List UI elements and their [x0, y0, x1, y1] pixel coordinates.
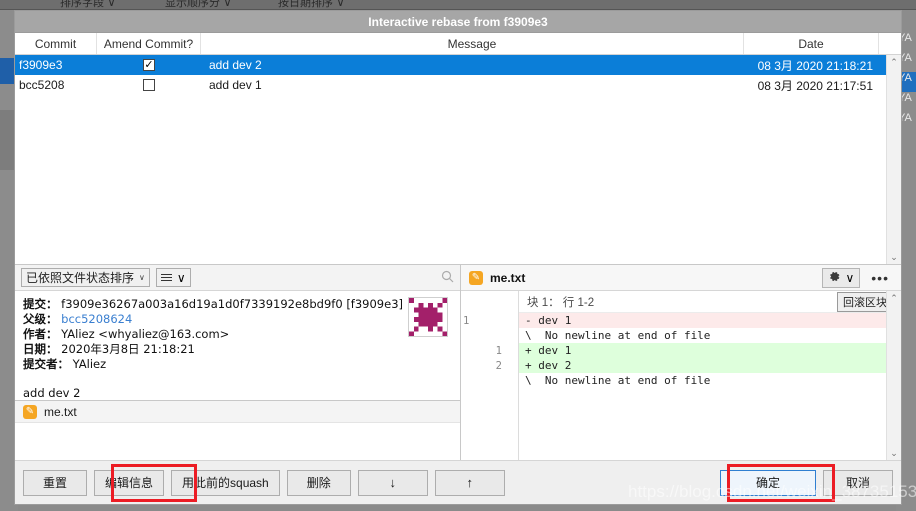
cell-commit: f3909e3: [19, 58, 63, 72]
column-header-commit[interactable]: Commit: [15, 33, 97, 54]
commit-detail-body: 提交： f3909e36267a003a16d19a1d0f7339192e8b…: [15, 291, 460, 400]
move-up-button[interactable]: ↑: [434, 469, 505, 496]
scroll-up-icon[interactable]: ⌃: [890, 291, 898, 305]
diff-scrollbar[interactable]: ⌃ ⌄: [886, 291, 901, 460]
ok-button[interactable]: 确定: [720, 469, 816, 496]
line-number-old: [461, 328, 518, 343]
file-name: me.txt: [44, 404, 77, 419]
squash-button[interactable]: 用此前的squash: [171, 469, 280, 496]
diff-pane: ✎ me.txt ∨ ••• 1 1 2 块 1： 行 1-2 回滚区块 - d…: [461, 265, 901, 460]
changed-files-list: ✎ me.txt: [15, 400, 460, 460]
commit-list-panel: Commit Amend Commit? Message Date f3909e…: [15, 33, 901, 265]
amend-checkbox-unchecked[interactable]: [143, 79, 155, 91]
cell-amend[interactable]: ✓: [97, 55, 201, 75]
diff-settings-button[interactable]: ∨: [822, 267, 861, 288]
cell-commit: bcc5208: [19, 78, 65, 92]
diff-body: 1 1 2 块 1： 行 1-2 回滚区块 - dev 1 \ No newli…: [461, 291, 901, 460]
move-down-button[interactable]: ↓: [357, 469, 428, 496]
pencil-icon: ✎: [469, 270, 483, 285]
pencil-icon: ✎: [23, 404, 37, 419]
column-header-pad: [879, 33, 901, 54]
commit-hash-value: f3909e36267a003a16d19a1d0f7339192e8bd9f0…: [61, 297, 403, 311]
hunk-header-label: 块 1： 行 1-2: [527, 296, 595, 309]
background-toolbar: 排序字段 ∨ 显示顺序分 ∨ 按日期排序 ∨: [0, 0, 916, 10]
lower-split-area: 已依照文件状态排序 ∨ ∨ 提交： f3909e36267a003a16d19a…: [15, 265, 901, 460]
commit-message-text: add dev 2: [23, 386, 81, 400]
scroll-down-icon[interactable]: ⌄: [890, 446, 898, 460]
parent-label: 父级：: [23, 312, 58, 326]
cell-date: 08 3月 2020 21:18:21: [757, 58, 873, 73]
dialog-title: Interactive rebase from f3909e3: [368, 14, 548, 29]
date-label: 日期：: [23, 342, 58, 356]
sort-order-label: 已依照文件状态排序: [26, 271, 135, 285]
cell-message: add dev 2: [209, 58, 262, 72]
delete-button[interactable]: 删除: [286, 469, 351, 496]
author-label: 作者：: [23, 327, 58, 341]
hamburger-icon: [160, 272, 172, 283]
cancel-button[interactable]: 取消: [823, 469, 893, 496]
diff-line-added: + dev 1: [519, 343, 901, 358]
table-row[interactable]: bcc5208 add dev 1 08 3月 2020 21:17:51: [15, 75, 901, 95]
sort-order-dropdown[interactable]: 已依照文件状态排序 ∨: [21, 268, 150, 287]
scroll-down-icon[interactable]: ⌄: [890, 250, 898, 264]
list-item[interactable]: ✎ me.txt: [15, 401, 460, 423]
line-number-new: 1: [495, 344, 502, 357]
diff-content: 块 1： 行 1-2 回滚区块 - dev 1 \ No newline at …: [519, 291, 901, 460]
hunk-header: 块 1： 行 1-2 回滚区块: [519, 291, 901, 313]
line-number-old: 1: [463, 314, 470, 327]
column-header-message[interactable]: Message: [201, 33, 744, 54]
line-number-new: [461, 373, 518, 388]
line-number-new: 2: [495, 359, 502, 372]
committer-label: 提交者：: [23, 357, 69, 371]
avatar: [408, 297, 448, 337]
commit-table-body: f3909e3 ✓ add dev 2 08 3月 2020 21:18:21 …: [15, 55, 901, 264]
background-toolbar-item-0[interactable]: 排序字段 ∨: [60, 0, 116, 9]
parent-value[interactable]: bcc5208624: [61, 312, 132, 326]
dialog-footer: 重置 编辑信息 用此前的squash 删除 ↓ ↑ 确定 取消: [15, 460, 901, 504]
rollback-hunk-button[interactable]: 回滚区块: [837, 291, 893, 312]
background-toolbar-item-1[interactable]: 显示顺序分 ∨: [165, 0, 232, 9]
cell-message: add dev 1: [209, 78, 262, 92]
chevron-down-icon: ∨: [176, 270, 186, 285]
view-mode-dropdown[interactable]: ∨: [155, 268, 191, 287]
author-value: YAliez <whyaliez@163.com>: [61, 327, 230, 341]
interactive-rebase-dialog: Interactive rebase from f3909e3 Commit A…: [14, 10, 902, 505]
diff-line-removed: - dev 1: [519, 313, 901, 328]
search-icon[interactable]: [441, 270, 454, 286]
column-header-amend[interactable]: Amend Commit?: [97, 33, 201, 54]
chevron-down-icon: ∨: [139, 273, 145, 282]
scroll-up-icon[interactable]: ⌃: [890, 55, 898, 69]
commit-list-scrollbar[interactable]: ⌃ ⌄: [886, 55, 901, 264]
edit-message-button[interactable]: 编辑信息: [94, 469, 165, 496]
amend-checkbox-checked[interactable]: ✓: [143, 59, 155, 71]
commit-table-header: Commit Amend Commit? Message Date: [15, 33, 901, 55]
commit-detail-pane: 已依照文件状态排序 ∨ ∨ 提交： f3909e36267a003a16d19a…: [15, 265, 461, 460]
cell-date: 08 3月 2020 21:17:51: [757, 78, 873, 93]
diff-file-name: me.txt: [490, 270, 526, 285]
diff-line-context: \ No newline at end of file: [519, 373, 901, 388]
commit-metadata: 提交： f3909e36267a003a16d19a1d0f7339192e8b…: [23, 297, 452, 372]
diff-line-added: + dev 2: [519, 358, 901, 373]
gear-icon: [828, 270, 841, 286]
table-row[interactable]: f3909e3 ✓ add dev 2 08 3月 2020 21:18:21: [15, 55, 901, 75]
column-header-date[interactable]: Date: [744, 33, 879, 54]
diff-header: ✎ me.txt ∨ •••: [461, 265, 901, 291]
commit-hash-label: 提交：: [23, 297, 58, 311]
chevron-down-icon: ∨: [845, 270, 855, 285]
date-value: 2020年3月8日 21:18:21: [61, 342, 195, 356]
diff-line-numbers: 1 1 2: [461, 291, 519, 460]
committer-value: YAliez: [72, 357, 107, 371]
cell-amend[interactable]: [97, 75, 201, 95]
detail-toolbar: 已依照文件状态排序 ∨ ∨: [15, 265, 460, 291]
background-toolbar-item-2[interactable]: 按日期排序 ∨: [278, 0, 345, 9]
reset-button[interactable]: 重置: [23, 469, 87, 496]
more-dots-icon[interactable]: •••: [867, 270, 893, 286]
dialog-title-bar: Interactive rebase from f3909e3: [15, 11, 901, 33]
diff-line-context: \ No newline at end of file: [519, 328, 901, 343]
